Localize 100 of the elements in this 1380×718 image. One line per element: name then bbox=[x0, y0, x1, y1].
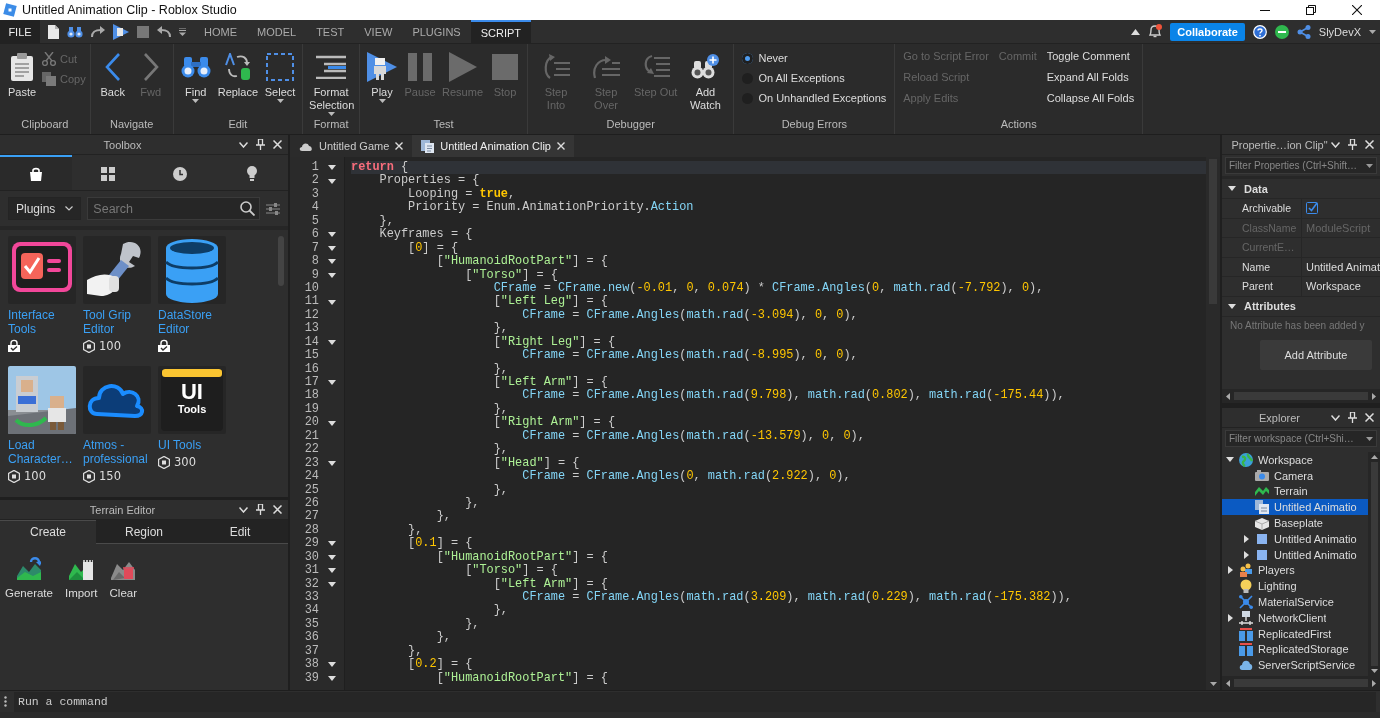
ribbon-action[interactable]: Expand All Folds bbox=[1046, 71, 1135, 83]
document-icon[interactable] bbox=[48, 24, 59, 39]
toolbox-tab[interactable] bbox=[0, 155, 72, 190]
plugin-name-link[interactable]: DataStore Editor bbox=[158, 308, 232, 336]
terrain-tool-button[interactable]: Clear bbox=[106, 556, 141, 599]
category-dropdown[interactable]: Plugins bbox=[8, 197, 82, 220]
redo-icon[interactable] bbox=[91, 26, 105, 37]
chevron-down-icon[interactable] bbox=[1331, 141, 1340, 148]
tree-item[interactable]: MaterialService bbox=[1258, 596, 1334, 609]
section-header[interactable]: Data bbox=[1222, 179, 1380, 199]
tree-item[interactable]: ServerScriptService bbox=[1258, 659, 1356, 672]
ribbon-button[interactable]: Find bbox=[177, 50, 214, 103]
ribbon-action[interactable]: Toggle Comment bbox=[1046, 50, 1135, 62]
caret-icon[interactable] bbox=[1369, 29, 1376, 34]
chevron-down-icon[interactable] bbox=[1331, 414, 1340, 421]
fold-arrow-icon[interactable] bbox=[327, 165, 336, 171]
tree-item[interactable]: Camera bbox=[1274, 469, 1314, 482]
ribbon-button[interactable]: Format Selection bbox=[307, 50, 356, 116]
user-menu[interactable]: SlyDevX bbox=[1318, 25, 1361, 38]
scroll-left-icon[interactable] bbox=[1226, 679, 1230, 687]
tree-item[interactable]: Workspace bbox=[1258, 453, 1313, 466]
fold-arrow-icon[interactable] bbox=[327, 675, 336, 681]
property-value[interactable]: Untitled Animat bbox=[1306, 260, 1380, 273]
scroll-down-icon[interactable] bbox=[1370, 669, 1378, 673]
file-menu[interactable]: FILE bbox=[0, 20, 40, 43]
fold-arrow-icon[interactable] bbox=[327, 460, 336, 466]
fold-arrow-icon[interactable] bbox=[327, 245, 336, 251]
tree-item[interactable]: ReplicatedStorage bbox=[1258, 643, 1349, 656]
property-value[interactable]: Workspace bbox=[1306, 280, 1361, 293]
bell-icon[interactable] bbox=[1148, 24, 1163, 39]
fold-arrow-icon[interactable] bbox=[327, 554, 336, 560]
tree-item[interactable]: ReplicatedFirst bbox=[1258, 627, 1332, 640]
fold-arrow-icon[interactable] bbox=[327, 662, 336, 668]
tree-item[interactable]: Terrain bbox=[1274, 485, 1308, 498]
tree-item[interactable]: Untitled Animatio bbox=[1274, 548, 1357, 561]
chevron-down-icon[interactable] bbox=[239, 141, 248, 148]
stop-icon[interactable] bbox=[137, 25, 149, 38]
plugin-name-link[interactable]: Interface Tools bbox=[8, 308, 82, 336]
ribbon-tab[interactable]: VIEW bbox=[354, 20, 403, 43]
tree-item[interactable]: Lighting bbox=[1258, 580, 1297, 593]
checkbox[interactable] bbox=[1306, 202, 1318, 215]
radio-label[interactable]: On Unhandled Exceptions bbox=[758, 92, 887, 104]
fold-arrow-icon[interactable] bbox=[327, 541, 336, 547]
document-tab[interactable]: Untitled Animation Clip bbox=[412, 135, 574, 157]
play-figure-icon[interactable] bbox=[113, 23, 129, 40]
add-attribute-button[interactable]: Add Attribute bbox=[1260, 339, 1372, 370]
scroll-up-icon[interactable] bbox=[1370, 455, 1378, 459]
collapse-ribbon-icon[interactable] bbox=[1131, 28, 1141, 35]
fold-arrow-icon[interactable] bbox=[327, 232, 336, 238]
restore-icon[interactable] bbox=[1306, 5, 1316, 15]
fold-arrow-icon[interactable] bbox=[327, 380, 336, 386]
terrain-tab[interactable]: Create bbox=[0, 520, 96, 544]
fold-arrow-icon[interactable] bbox=[327, 272, 336, 278]
binoculars-icon[interactable] bbox=[67, 25, 83, 38]
scroll-down-icon[interactable] bbox=[1209, 682, 1217, 686]
filter-sliders-icon[interactable] bbox=[266, 202, 280, 215]
pin-icon[interactable] bbox=[1348, 139, 1357, 150]
caret-icon[interactable] bbox=[1366, 437, 1373, 441]
radio-label[interactable]: On All Exceptions bbox=[758, 72, 845, 84]
scrollbar[interactable] bbox=[1222, 389, 1380, 403]
ribbon-button[interactable]: Paste bbox=[4, 50, 40, 99]
share-icon[interactable] bbox=[1296, 24, 1311, 39]
command-field[interactable]: Run a command bbox=[14, 691, 1376, 712]
fold-arrow-icon[interactable] bbox=[327, 259, 336, 265]
ribbon-tab[interactable]: SCRIPT bbox=[470, 20, 531, 43]
ribbon-button[interactable]: Play bbox=[364, 50, 401, 103]
radio-label[interactable]: Never bbox=[758, 52, 788, 64]
ribbon-button[interactable]: Add Watch bbox=[681, 50, 730, 112]
section-header[interactable]: Attributes bbox=[1222, 296, 1380, 317]
ribbon-button[interactable]: Back bbox=[94, 50, 131, 99]
chevron-down-icon[interactable] bbox=[239, 506, 248, 513]
ribbon-button[interactable]: Select bbox=[262, 50, 299, 103]
ribbon-tab[interactable]: MODEL bbox=[247, 20, 307, 43]
ribbon-action[interactable]: Collapse All Folds bbox=[1046, 92, 1135, 104]
fold-arrow-icon[interactable] bbox=[327, 420, 336, 426]
terrain-tool-button[interactable]: Import bbox=[61, 556, 101, 599]
tree-item[interactable]: Baseplate bbox=[1274, 517, 1323, 530]
pin-icon[interactable] bbox=[1348, 412, 1357, 423]
filter-field[interactable]: Filter workspace (Ctrl+Shi… bbox=[1225, 430, 1377, 447]
plugin-name-link[interactable]: UI Tools bbox=[158, 438, 202, 452]
expand-arrow-icon[interactable] bbox=[1227, 613, 1233, 622]
plugin-name-link[interactable]: Atmos - professional bbox=[83, 438, 157, 466]
filter-field[interactable]: Filter Properties (Ctrl+Shift… bbox=[1225, 157, 1377, 174]
scrollbar[interactable] bbox=[1368, 452, 1380, 676]
search-field[interactable]: Search bbox=[87, 197, 260, 220]
expand-arrow-icon[interactable] bbox=[1243, 550, 1249, 559]
fold-arrow-icon[interactable] bbox=[327, 339, 336, 345]
scrollbar[interactable] bbox=[1222, 676, 1380, 690]
tree-item[interactable]: Players bbox=[1258, 564, 1295, 577]
fold-arrow-icon[interactable] bbox=[327, 299, 336, 305]
plugin-name-link[interactable]: Tool Grip Editor bbox=[83, 308, 157, 336]
ribbon-button[interactable]: Replace bbox=[215, 50, 261, 99]
tree-item[interactable]: NetworkClient bbox=[1258, 611, 1327, 624]
status-icon[interactable] bbox=[1274, 24, 1289, 39]
close-icon[interactable] bbox=[1352, 5, 1362, 15]
radio-button[interactable] bbox=[742, 52, 754, 64]
fold-arrow-icon[interactable] bbox=[327, 581, 336, 587]
expand-arrow-icon[interactable] bbox=[1227, 566, 1233, 575]
help-icon[interactable] bbox=[1252, 24, 1267, 39]
scroll-left-icon[interactable] bbox=[1226, 392, 1230, 400]
